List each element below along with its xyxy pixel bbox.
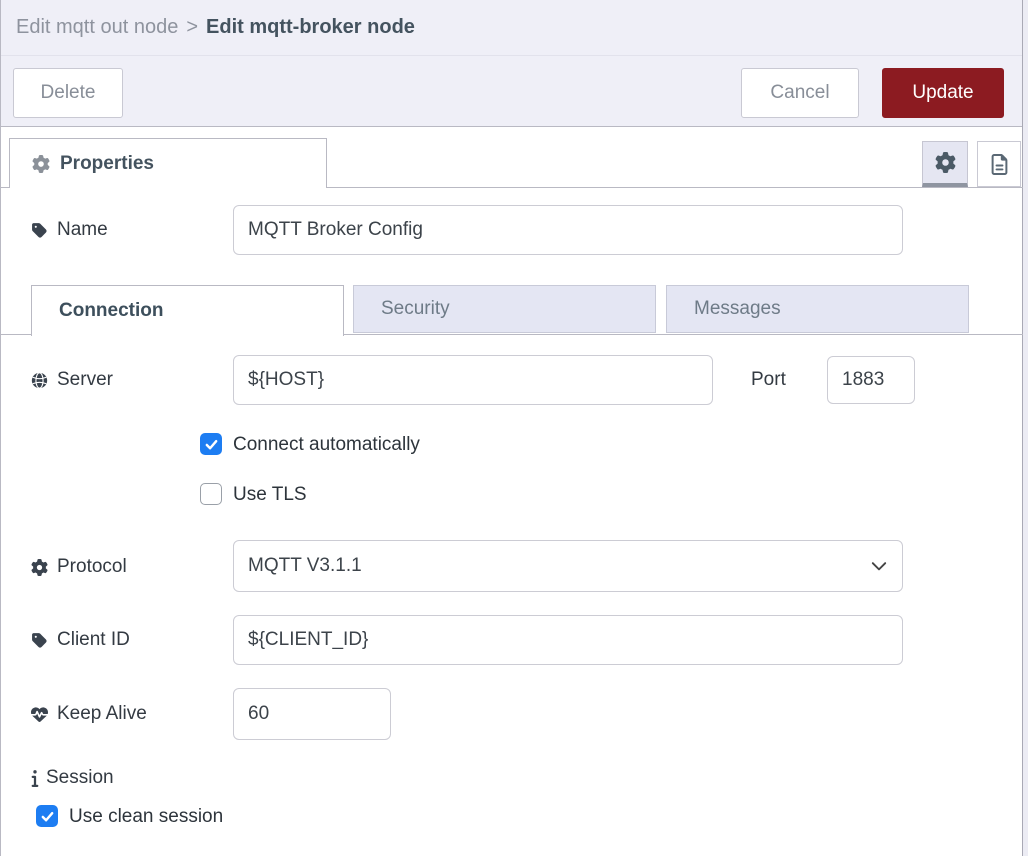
- delete-button[interactable]: Delete: [13, 68, 123, 118]
- tab-connection[interactable]: Connection: [31, 285, 344, 336]
- gear-icon: [32, 155, 50, 173]
- gear-icon: [31, 559, 48, 576]
- protocol-label: Protocol: [31, 556, 127, 578]
- tag-icon: [31, 632, 48, 649]
- protocol-value: MQTT V3.1.1: [248, 555, 362, 577]
- session-label-text: Session: [46, 767, 114, 789]
- info-icon: [31, 769, 39, 787]
- connect-automatically-checkbox[interactable]: [200, 433, 222, 455]
- port-input[interactable]: [827, 356, 915, 404]
- tab-messages-label: Messages: [694, 298, 781, 320]
- dialog-content: Properties Name Connection Security Mess…: [1, 128, 1022, 856]
- name-label: Name: [31, 219, 108, 241]
- heartbeat-icon: [31, 706, 48, 723]
- server-input[interactable]: [233, 355, 713, 405]
- tab-connection-label: Connection: [59, 300, 164, 322]
- update-button[interactable]: Update: [882, 68, 1004, 118]
- tab-security-label: Security: [381, 298, 450, 320]
- cancel-button[interactable]: Cancel: [741, 68, 859, 118]
- check-icon: [40, 809, 55, 824]
- tab-messages[interactable]: Messages: [666, 285, 969, 333]
- keep-alive-label: Keep Alive: [31, 703, 147, 725]
- use-tls-label[interactable]: Use TLS: [233, 484, 307, 506]
- protocol-label-text: Protocol: [57, 556, 127, 578]
- description-view-button[interactable]: [977, 141, 1021, 187]
- port-label: Port: [751, 369, 786, 391]
- clean-session-label[interactable]: Use clean session: [69, 806, 223, 828]
- gear-icon: [935, 152, 956, 173]
- tab-security[interactable]: Security: [353, 285, 656, 333]
- connect-automatically-label[interactable]: Connect automatically: [233, 434, 420, 456]
- document-icon: [989, 154, 1010, 175]
- server-label: Server: [31, 369, 113, 391]
- breadcrumb: Edit mqtt out node > Edit mqtt-broker no…: [1, 0, 1022, 56]
- port-label-text: Port: [751, 369, 786, 391]
- session-label: Session: [31, 767, 114, 789]
- breadcrumb-separator: >: [186, 16, 198, 39]
- page-title: Edit mqtt-broker node: [206, 16, 415, 39]
- tag-icon: [31, 222, 48, 239]
- keep-alive-input[interactable]: [233, 688, 391, 740]
- globe-icon: [31, 372, 48, 389]
- clean-session-checkbox[interactable]: [36, 805, 58, 827]
- use-tls-checkbox[interactable]: [200, 483, 222, 505]
- client-id-label: Client ID: [31, 629, 130, 651]
- client-id-label-text: Client ID: [57, 629, 130, 651]
- server-label-text: Server: [57, 369, 113, 391]
- check-icon: [204, 437, 219, 452]
- breadcrumb-parent[interactable]: Edit mqtt out node: [16, 16, 178, 39]
- chevron-down-icon: [870, 557, 888, 575]
- name-input[interactable]: [233, 205, 903, 255]
- client-id-input[interactable]: [233, 615, 903, 665]
- name-label-text: Name: [57, 219, 108, 241]
- tab-properties-label: Properties: [60, 153, 154, 175]
- keep-alive-label-text: Keep Alive: [57, 703, 147, 725]
- edit-node-dialog: Edit mqtt out node > Edit mqtt-broker no…: [0, 0, 1023, 856]
- protocol-select[interactable]: MQTT V3.1.1: [233, 540, 903, 592]
- properties-view-button[interactable]: [922, 141, 968, 187]
- tab-properties[interactable]: Properties: [9, 138, 327, 188]
- dialog-toolbar: Delete Cancel Update: [1, 56, 1022, 127]
